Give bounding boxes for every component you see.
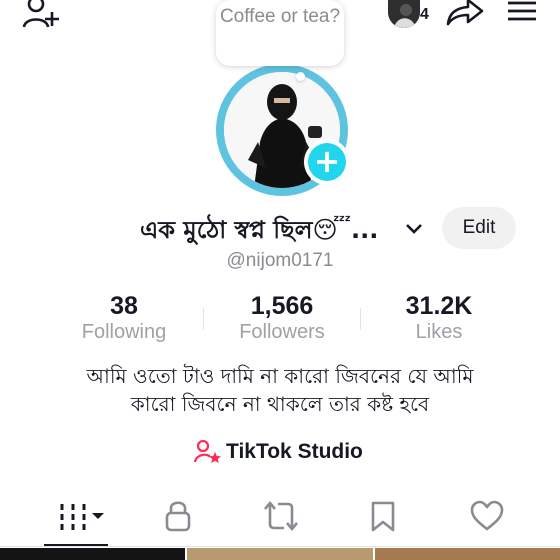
- video-thumbnail[interactable]: [187, 548, 373, 560]
- add-friend-icon[interactable]: [22, 0, 62, 28]
- video-thumbnail[interactable]: [375, 548, 560, 560]
- studio-icon: [194, 440, 222, 464]
- edit-profile-button[interactable]: Edit: [442, 207, 516, 249]
- notification-avatar[interactable]: [388, 0, 420, 28]
- bookmark-icon[interactable]: [370, 500, 396, 532]
- likes-count[interactable]: 31.2K: [359, 292, 519, 321]
- video-thumbnail[interactable]: [0, 548, 185, 560]
- share-icon[interactable]: [446, 0, 484, 26]
- bio: আমি ওতো টাও দামি না কারো জিবনের যে আমি ক…: [30, 362, 530, 418]
- grid-videos-icon[interactable]: [58, 502, 108, 532]
- following-label[interactable]: Following: [44, 321, 204, 344]
- notification-count: 4: [420, 6, 429, 23]
- note-bubble-tail: [296, 72, 305, 81]
- note-bubble[interactable]: Coffee or tea?: [216, 0, 344, 66]
- bio-line-1: আমি ওতো টাও দামি না কারো জিবনের যে আমি: [86, 364, 474, 388]
- username: @nijom0171: [226, 250, 334, 271]
- chevron-down-icon[interactable]: [404, 222, 424, 236]
- add-story-button[interactable]: +: [308, 143, 346, 181]
- followers-count[interactable]: 1,566: [202, 292, 362, 321]
- tiktok-studio-link[interactable]: TikTok Studio: [226, 436, 363, 468]
- menu-icon[interactable]: [506, 0, 538, 22]
- likes-label[interactable]: Likes: [359, 321, 519, 344]
- tab-bar-divider: [0, 546, 560, 547]
- bio-line-2: কারো জিবনে না থাকলে তার কষ্ট হবে: [130, 392, 430, 416]
- tiktok-studio-label: TikTok Studio: [226, 440, 363, 463]
- display-name-text: এক মুঠো স্বপ্ন ছিল😴...: [140, 216, 379, 244]
- display-name: এক মুঠো স্বপ্ন ছিল😴...: [140, 210, 378, 250]
- repost-icon[interactable]: [264, 500, 298, 532]
- lock-icon[interactable]: [164, 498, 192, 532]
- followers-label[interactable]: Followers: [202, 321, 362, 344]
- heart-icon[interactable]: [470, 500, 504, 532]
- following-count[interactable]: 38: [44, 292, 204, 321]
